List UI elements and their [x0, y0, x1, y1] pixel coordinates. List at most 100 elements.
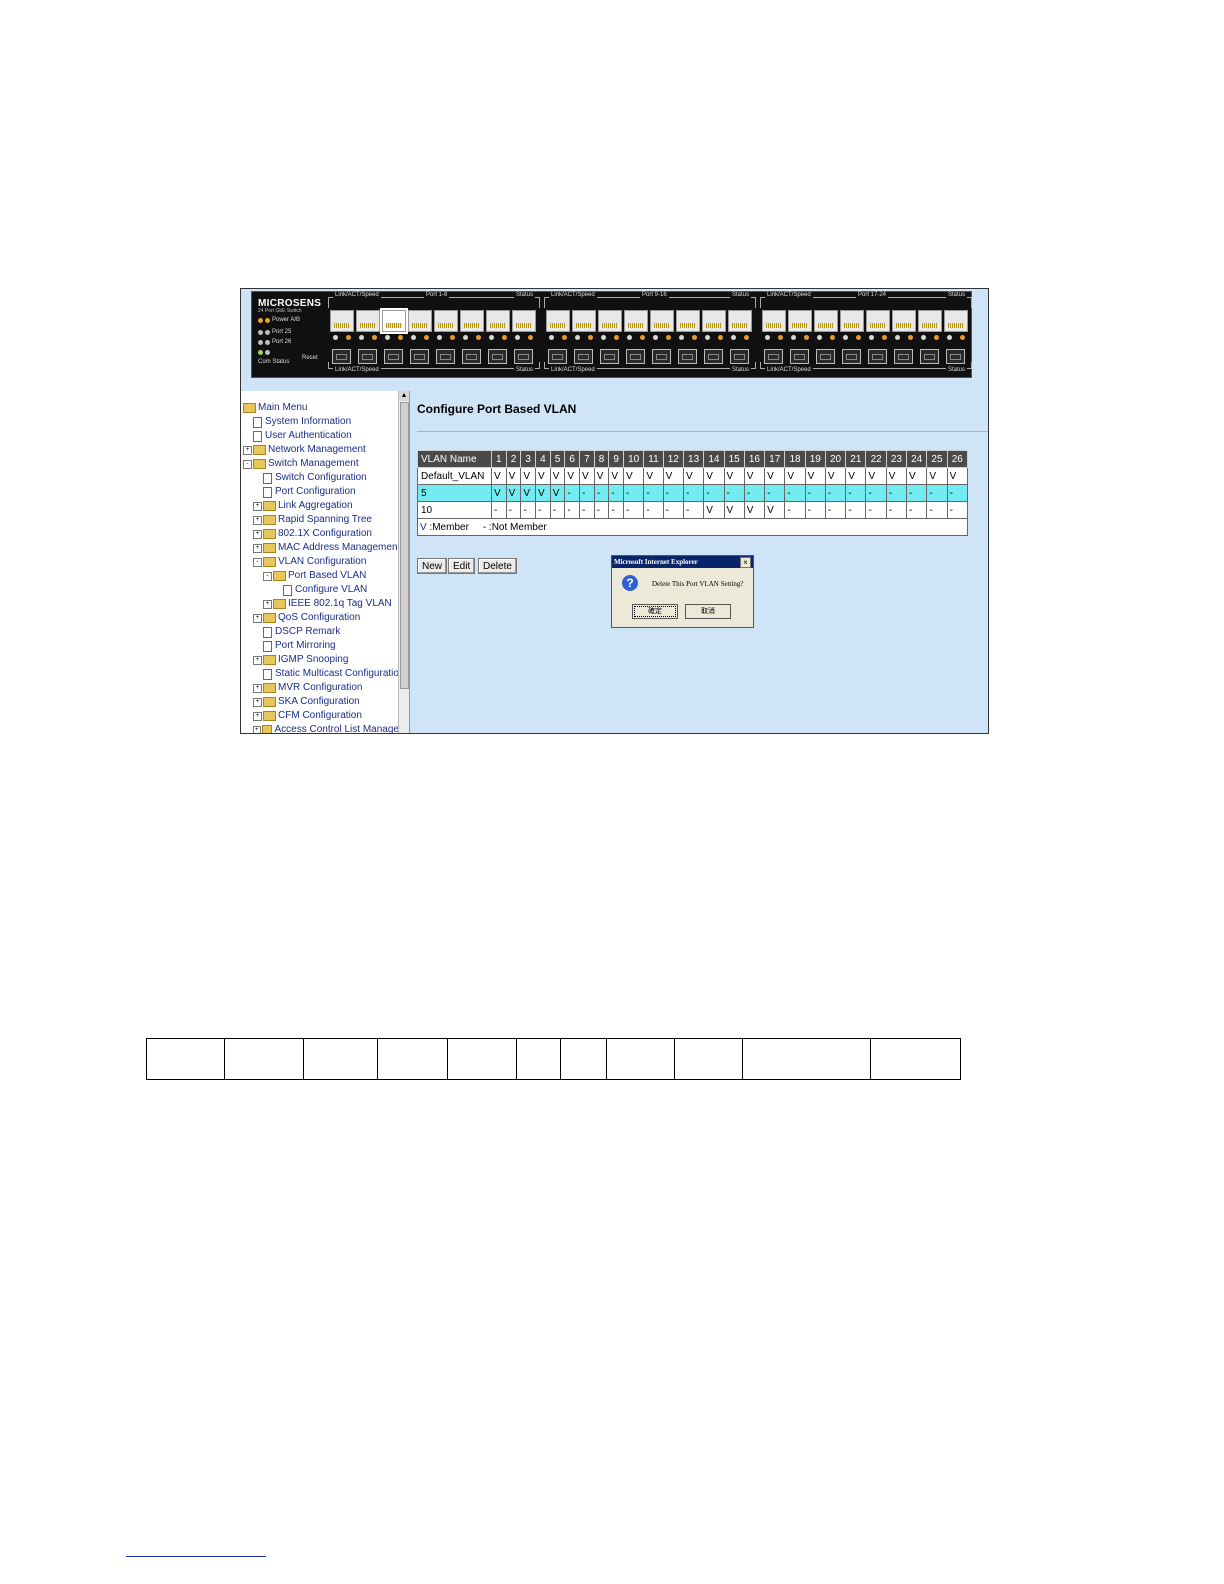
sidebar-item-dscp-remark[interactable]: DSCP Remark: [243, 625, 399, 639]
expand-icon[interactable]: +: [253, 543, 262, 553]
expand-icon[interactable]: +: [253, 725, 261, 733]
sidebar-item-label: CFM Configuration: [278, 710, 362, 721]
membership-cell: -: [804, 484, 826, 502]
table-row[interactable]: 5VVVVV---------------------: [417, 484, 969, 502]
scroll-up-arrow-icon[interactable]: ▲: [399, 391, 409, 401]
sidebar-item-access-control-list-manage[interactable]: + Access Control List Manage: [243, 723, 399, 733]
sidebar-scrollbar[interactable]: ▲: [398, 391, 409, 733]
fiber-port-icon: [384, 349, 403, 364]
expand-icon[interactable]: +: [253, 515, 262, 525]
expand-icon[interactable]: +: [253, 529, 262, 539]
sidebar-item-label: MAC Address Managemen: [278, 542, 398, 553]
membership-cell: -: [906, 501, 928, 519]
sidebar-item-system-information[interactable]: System Information: [243, 415, 399, 429]
membership-cell: -: [885, 501, 908, 519]
expand-icon[interactable]: +: [263, 599, 272, 609]
sidebar-item-port-mirroring[interactable]: Port Mirroring: [243, 639, 399, 653]
port-led-icon: [640, 335, 645, 340]
vlan-table-body: Default_VLAN V V V V V V V V V V V V V V V V V V V V V V V V V V 5 V…: [417, 467, 969, 519]
sidebar-item-user-authentication[interactable]: User Authentication: [243, 429, 399, 443]
sidebar-item-igmp-snooping[interactable]: + IGMP Snooping: [243, 653, 399, 667]
sidebar-item-label: Configure VLAN: [295, 584, 368, 595]
membership-cell: -: [623, 484, 645, 502]
membership-cell: -: [824, 501, 847, 519]
dialog-close-icon[interactable]: ×: [740, 557, 751, 568]
port-group: Link/ACT/Speed Port 1-8 Status Link/ACT/Spe…: [328, 292, 540, 377]
expand-icon[interactable]: +: [253, 683, 262, 693]
membership-cell: -: [703, 484, 725, 502]
port-header: 17: [764, 450, 786, 468]
folder-icon: [273, 599, 286, 609]
expand-icon[interactable]: +: [253, 697, 262, 707]
expand-icon[interactable]: +: [253, 501, 262, 511]
dialog-title: Microsoft Internet Explorer: [614, 558, 698, 566]
sidebar-item-switch-configuration[interactable]: Switch Configuration: [243, 471, 399, 485]
expand-icon[interactable]: +: [243, 445, 252, 455]
document-icon: [263, 472, 272, 484]
sidebar-item-cfm-configuration[interactable]: + CFM Configuration: [243, 709, 399, 723]
dialog-ok-button[interactable]: 確定: [632, 604, 678, 619]
port-header: 6: [564, 450, 581, 468]
fiber-port-icon: [842, 349, 861, 364]
empty-cell: [742, 1038, 871, 1080]
new-button[interactable]: New: [417, 558, 448, 574]
sidebar-item-mac-address-managemen[interactable]: + MAC Address Managemen: [243, 541, 399, 555]
port-group: Link/ACT/Speed Port 17-24 Status Link/ACT/S…: [760, 292, 972, 377]
edit-button[interactable]: Edit: [448, 558, 476, 574]
sidebar-item-rapid-spanning-tree[interactable]: + Rapid Spanning Tree: [243, 513, 399, 527]
rj45-port-icon: [840, 310, 864, 332]
port-header: 11: [643, 450, 664, 468]
expand-icon[interactable]: +: [253, 655, 262, 665]
group-bottom-status-label: Status: [945, 367, 967, 373]
sidebar-item-802-1x-configuration[interactable]: +802.1X Configuration: [243, 527, 399, 541]
membership-cell: -: [784, 501, 806, 519]
folder-icon: [263, 557, 276, 567]
sidebar-item-vlan-configuration[interactable]: - VLAN Configuration: [243, 555, 399, 569]
sidebar-item-port-configuration[interactable]: Port Configuration: [243, 485, 399, 499]
membership-cell: V: [865, 467, 887, 485]
membership-cell: -: [885, 484, 908, 502]
dialog-cancel-button[interactable]: 取消: [685, 604, 731, 619]
delete-button[interactable]: Delete: [478, 558, 517, 574]
sidebar-item-label: Access Control List Manage: [274, 724, 399, 733]
port-led-icon: [666, 335, 671, 340]
sidebar-item-mvr-configuration[interactable]: + MVR Configuration: [243, 681, 399, 695]
fiber-port-icon: [868, 349, 887, 364]
sidebar-item-link-aggregation[interactable]: + Link Aggregation: [243, 499, 399, 513]
sidebar-item-ska-configuration[interactable]: + SKA Configuration: [243, 695, 399, 709]
sidebar-item-configure-vlan[interactable]: Configure VLAN: [243, 583, 399, 597]
collapse-icon[interactable]: -: [243, 459, 252, 469]
sidebar-item-qos-configuration[interactable]: + QoS Configuration: [243, 611, 399, 625]
expand-icon[interactable]: +: [253, 711, 262, 721]
sidebar-item-network-management[interactable]: + Network Management: [243, 443, 399, 457]
membership-cell: V: [845, 467, 867, 485]
sidebar-item-port-based-vlan[interactable]: - Port Based VLAN: [243, 569, 399, 583]
table-row[interactable]: Default_VLAN V V V V V V V V V V V V V V V V V V V V V V V V V V: [417, 467, 969, 485]
membership-cell: -: [564, 484, 581, 502]
empty-cell: [146, 1038, 225, 1080]
membership-cell: V: [946, 467, 969, 485]
sidebar-item-label: SKA Configuration: [278, 696, 360, 707]
sidebar-item-ieee-802-1q-tag-vlan[interactable]: + IEEE 802.1q Tag VLAN: [243, 597, 399, 611]
scroll-thumb[interactable]: [400, 402, 409, 689]
power-b-led-icon: [265, 317, 270, 323]
membership-cell: -: [804, 501, 826, 519]
port-header: 12: [662, 450, 684, 468]
sidebar-item-label: Rapid Spanning Tree: [278, 514, 372, 525]
expand-icon[interactable]: +: [253, 613, 262, 623]
membership-cell: V: [885, 467, 908, 485]
port-led-icon: [476, 335, 481, 340]
table-row[interactable]: 10- - - - - - - - - - - - - V V V V - - - - - - - - -: [417, 501, 969, 519]
sidebar-item-main-menu[interactable]: Main Menu: [243, 401, 399, 415]
sidebar-item-switch-management[interactable]: - Switch Management: [243, 457, 399, 471]
port-led-icon: [791, 335, 796, 340]
membership-cell: V: [764, 467, 786, 485]
collapse-icon[interactable]: -: [263, 571, 272, 581]
port-led-icon: [934, 335, 939, 340]
membership-cell: V: [593, 467, 610, 485]
folder-icon: [263, 711, 276, 721]
sidebar-item-static-multicast-configuratio[interactable]: Static Multicast Configuratio: [243, 667, 399, 681]
membership-cell: -: [682, 484, 705, 502]
collapse-icon[interactable]: -: [253, 557, 262, 567]
document-icon: [253, 416, 262, 428]
